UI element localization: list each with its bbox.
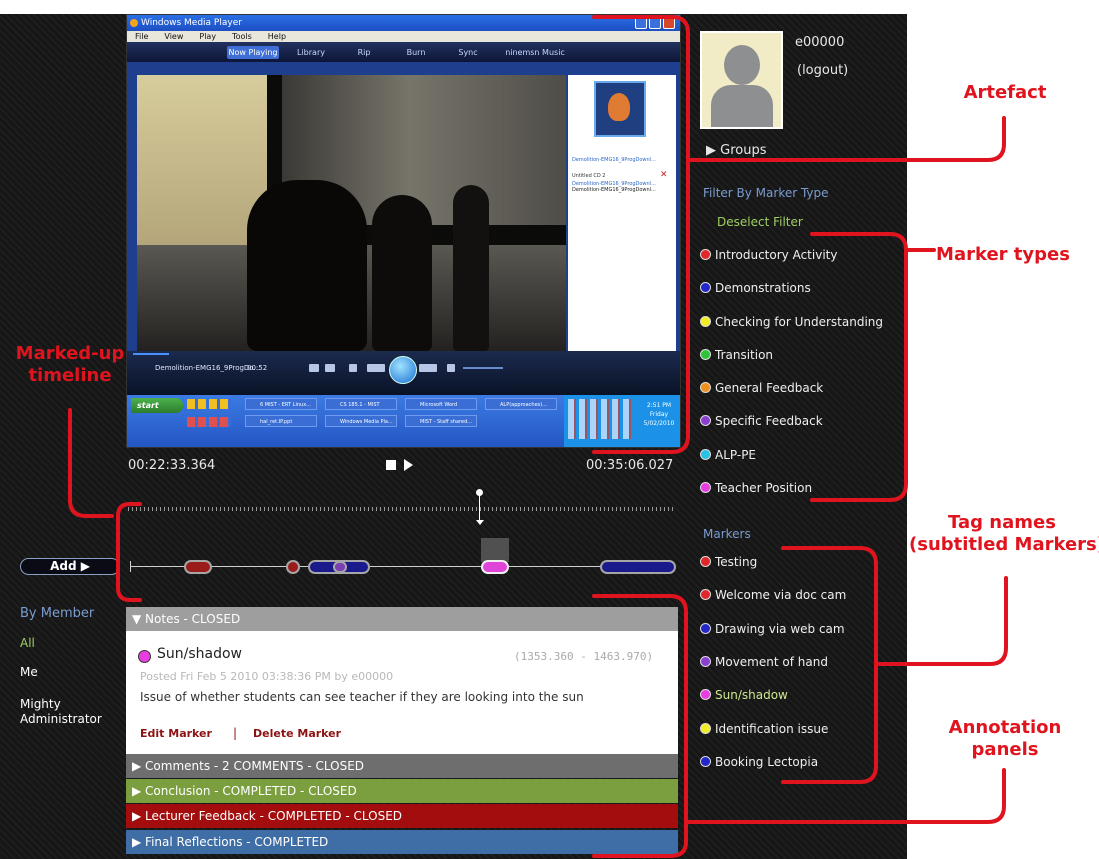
artefact-bracket [592,15,690,454]
marker-types-bracket [810,232,908,502]
callout-marker-types: Marker types [936,244,1070,265]
artefact-pointer [686,116,1006,162]
tag-names-pointer [874,576,1008,666]
annotation-pointer [684,768,1006,824]
callout-marked-up-timeline: Marked-up timeline [15,343,125,386]
tag-names-bracket [781,546,878,784]
timeline-bracket-top [116,502,142,518]
callout-annotation-panels: Annotation panels [948,717,1062,760]
timeline-bracket [116,514,142,602]
timeline-pointer [68,408,114,518]
callout-artefact: Artefact [963,82,1047,103]
annotation-bracket [592,594,688,858]
callout-tag-names: Tag names (subtitled Markers) [909,512,1099,555]
